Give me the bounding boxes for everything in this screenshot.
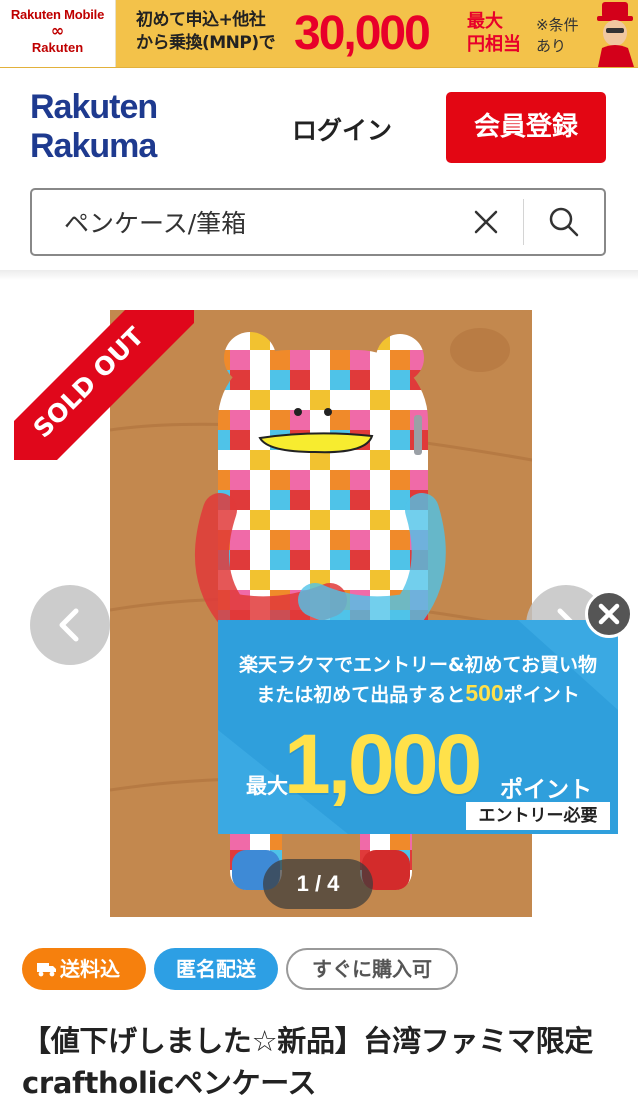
campaign-banner[interactable]: 楽天ラクマでエントリー&初めてお買い物 または初めて出品すると500ポイント 最… — [218, 620, 618, 834]
promo-text-line1: 初めて申込+他社 — [136, 10, 266, 30]
header-divider — [0, 270, 638, 280]
image-counter: 1 / 4 — [263, 859, 373, 909]
close-icon[interactable] — [585, 590, 633, 638]
campaign-line2-prefix: または初めて出品すると — [256, 684, 466, 706]
promo-text-line2: から乗換(MNP)で — [136, 33, 276, 53]
search-input[interactable] — [64, 190, 464, 254]
campaign-line1: 楽天ラクマでエントリー&初めてお買い物 — [238, 654, 597, 676]
product-tags: 送料込 匿名配送 すぐに購入可 — [22, 948, 458, 990]
campaign-entry-badge: エントリー必要 — [466, 802, 610, 830]
product-title: 【値下げしました☆新品】台湾ファミマ限定craftholicペンケース — [22, 1024, 593, 1095]
logo-line1: Rakuten — [30, 88, 158, 126]
promo-note-line1: ※条件 — [536, 16, 579, 34]
truck-icon — [37, 963, 56, 977]
promo-banner[interactable]: Rakuten Mobile ∞ Rakuten 初めて申込+他社 から乗換(M… — [0, 0, 638, 68]
promo-unit: 最大 円相当 — [467, 10, 537, 56]
campaign-max-label: 最大 — [246, 774, 288, 798]
promo-amount: 30,000 — [294, 7, 431, 60]
clear-icon[interactable] — [464, 200, 508, 244]
tag-instant-purchase: すぐに購入可 — [286, 948, 458, 990]
tag-label: すぐに購入可 — [312, 957, 432, 981]
search-icon[interactable] — [540, 200, 588, 244]
rakuten-mobile-logo: Rakuten Mobile ∞ Rakuten — [0, 0, 116, 67]
chevron-left-icon — [59, 608, 79, 642]
promo-text: 初めて申込+他社 から乗換(MNP)で — [136, 9, 296, 55]
promo-note-line2: あり — [536, 37, 567, 55]
rakuten-mobile-label: Rakuten Mobile — [10, 7, 105, 22]
logo-line2: Rakuma — [30, 127, 157, 165]
campaign-amount: 1,000 — [284, 717, 482, 811]
tag-label: 送料込 — [60, 957, 120, 981]
login-link[interactable]: ログイン — [292, 111, 392, 147]
campaign-line2-suffix: ポイント — [503, 684, 580, 706]
campaign-unit: ポイント — [500, 777, 592, 803]
infinity-icon: ∞ — [50, 21, 65, 40]
sold-out-label: SOLD OUT — [27, 321, 150, 444]
rakuten-rakuma-logo[interactable]: Rakuten Rakuma — [30, 88, 190, 172]
sold-out-band: SOLD OUT — [14, 310, 194, 460]
promo-unit-line1: 最大 — [467, 11, 503, 32]
tag-shipping-included: 送料込 — [22, 948, 146, 990]
rakuten-label: Rakuten — [31, 40, 84, 55]
promo-unit-line2: 円相当 — [467, 34, 521, 55]
campaign-line2: または初めて出品すると500ポイント — [218, 680, 618, 707]
campaign-line2-points: 500 — [465, 680, 504, 706]
sold-out-ribbon: SOLD OUT — [14, 310, 194, 460]
search-bar — [30, 188, 606, 256]
promo-person-image — [594, 0, 638, 67]
tag-label: 匿名配送 — [176, 957, 256, 981]
previous-image-button[interactable] — [30, 585, 110, 665]
promo-note: ※条件 あり — [536, 15, 592, 57]
search-divider — [523, 199, 524, 245]
register-button[interactable]: 会員登録 — [446, 92, 606, 163]
tag-anonymous-shipping: 匿名配送 — [154, 948, 278, 990]
